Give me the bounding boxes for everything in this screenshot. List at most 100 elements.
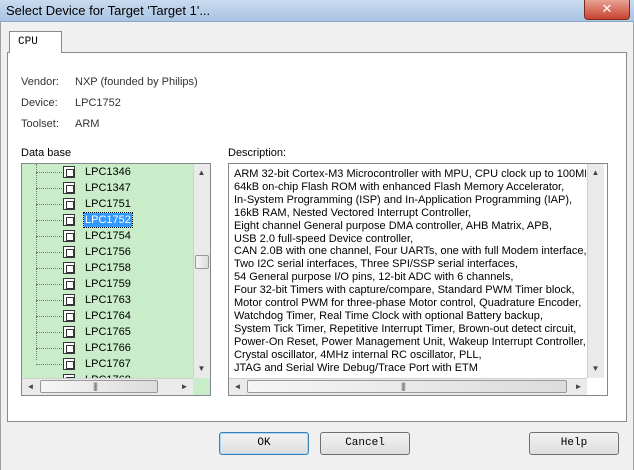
chip-icon xyxy=(63,326,75,338)
description-line: JTAG and Serial Wire Debug/Trace Port wi… xyxy=(234,361,478,374)
chip-icon xyxy=(63,214,75,226)
dialog-body: CPU Vendor: NXP (founded by Philips) Dev… xyxy=(0,22,634,470)
vendor-label: Vendor: xyxy=(21,76,59,88)
tree-connector xyxy=(36,332,62,333)
tree-item[interactable]: LPC1756 xyxy=(22,244,194,260)
description-line: Watchdog Timer, Real Time Clock with opt… xyxy=(234,309,543,322)
close-button[interactable]: ✕ xyxy=(584,0,630,20)
cancel-button[interactable]: Cancel xyxy=(320,432,410,455)
tab-cpu[interactable]: CPU xyxy=(9,31,62,53)
tree-connector xyxy=(36,188,62,189)
tree-connector xyxy=(36,252,62,253)
tree-item[interactable]: LPC1759 xyxy=(22,276,194,292)
chip-icon xyxy=(63,246,75,258)
description-line: 64kB on-chip Flash ROM with enhanced Fla… xyxy=(234,180,565,193)
scroll-right-icon[interactable]: ► xyxy=(571,382,586,392)
description-vertical-scrollbar[interactable]: ▲ ▼ xyxy=(587,164,604,378)
chip-icon xyxy=(63,278,75,290)
tree-item-label: LPC1752 xyxy=(83,212,133,228)
chip-icon xyxy=(63,310,75,322)
chip-icon xyxy=(63,166,75,178)
chip-icon xyxy=(63,230,75,242)
tree-item[interactable]: LPC1754 xyxy=(22,228,194,244)
tree-vertical-scrollbar[interactable]: ▲ ▼ xyxy=(193,164,210,378)
tree-item[interactable]: LPC1765 xyxy=(22,324,194,340)
description-label: Description: xyxy=(228,147,287,159)
description-box[interactable]: ARM 32-bit Cortex-M3 Microcontroller wit… xyxy=(228,163,608,396)
help-button[interactable]: Help xyxy=(529,432,619,455)
tree-item[interactable]: LPC1764 xyxy=(22,308,194,324)
tree-item[interactable]: LPC1752 xyxy=(22,212,194,228)
device-tree[interactable]: LPC1346 LPC1347 LPC1751 LPC1752 LPC1754 LPC17… xyxy=(21,163,211,396)
chip-icon xyxy=(63,358,75,370)
scroll-right-icon[interactable]: ► xyxy=(177,382,192,392)
description-hscroll-thumb[interactable]: ||| xyxy=(247,380,567,393)
description-line: In-System Programming (ISP) and In-Appli… xyxy=(234,193,573,206)
scroll-left-icon[interactable]: ◄ xyxy=(23,382,38,392)
scroll-left-icon[interactable]: ◄ xyxy=(230,382,245,392)
description-line: Two I2C serial interfaces, Three SPI/SSP… xyxy=(234,258,518,271)
description-line: System Tick Timer, Repetitive Interrupt … xyxy=(234,322,577,335)
tree-item-label: LPC1751 xyxy=(85,198,131,210)
tree-horizontal-scrollbar[interactable]: ◄ ||| ► xyxy=(22,378,193,395)
tree-item-label: LPC1347 xyxy=(85,182,131,194)
tree-connector xyxy=(36,236,62,237)
title-bar: Select Device for Target 'Target 1'... ✕ xyxy=(0,0,634,22)
chip-icon xyxy=(63,182,75,194)
description-line: Four 32-bit Timers with capture/compare,… xyxy=(234,284,575,297)
description-line: Motor control PWM for three-phase Motor … xyxy=(234,297,582,310)
tree-connector xyxy=(36,220,62,221)
tree-item-label: LPC1754 xyxy=(85,230,131,242)
tree-connector xyxy=(36,300,62,301)
toolset-label: Toolset: xyxy=(21,118,59,130)
tree-item-label: LPC1756 xyxy=(85,246,131,258)
description-text: ARM 32-bit Cortex-M3 Microcontroller wit… xyxy=(234,168,586,375)
description-line: Power-On Reset, Power Management Unit, W… xyxy=(234,335,586,348)
tree-item[interactable]: LPC1766 xyxy=(22,340,194,356)
window-title: Select Device for Target 'Target 1'... xyxy=(6,3,211,18)
tree-item-label: LPC1766 xyxy=(85,342,131,354)
description-line: USB 2.0 full-speed Device controller, xyxy=(234,232,414,245)
description-line: Eight channel General purpose DMA contro… xyxy=(234,219,552,232)
device-value: LPC1752 xyxy=(75,97,121,109)
scroll-up-icon[interactable]: ▲ xyxy=(588,168,603,178)
tree-item[interactable]: LPC1347 xyxy=(22,180,194,196)
tree-item[interactable]: LPC1763 xyxy=(22,292,194,308)
tree-item[interactable]: LPC1751 xyxy=(22,196,194,212)
tree-connector xyxy=(36,316,62,317)
chip-icon xyxy=(63,294,75,306)
tree-connector xyxy=(36,348,62,349)
tree-connector xyxy=(36,364,62,365)
tree-item[interactable]: LPC1767 xyxy=(22,356,194,372)
scroll-down-icon[interactable]: ▼ xyxy=(588,364,603,374)
device-label: Device: xyxy=(21,97,58,109)
tree-item-label: LPC1346 xyxy=(85,166,131,178)
scroll-up-icon[interactable]: ▲ xyxy=(194,168,209,178)
toolset-value: ARM xyxy=(75,118,100,130)
description-horizontal-scrollbar[interactable]: ◄ ||| ► xyxy=(229,378,587,395)
chip-icon xyxy=(63,198,75,210)
chip-icon xyxy=(63,342,75,354)
tree-item[interactable]: LPC1758 xyxy=(22,260,194,276)
tree-vscroll-thumb[interactable] xyxy=(195,255,209,269)
vendor-value: NXP (founded by Philips) xyxy=(75,76,198,88)
tree-item-label: LPC1765 xyxy=(85,326,131,338)
tree-connector xyxy=(36,204,62,205)
description-line: Crystal oscillator, 4MHz internal RC osc… xyxy=(234,348,482,361)
description-line: CAN 2.0B with one channel, Four UARTs, o… xyxy=(234,245,586,258)
ok-button[interactable]: OK xyxy=(219,432,309,455)
tree-connector xyxy=(36,284,62,285)
scroll-down-icon[interactable]: ▼ xyxy=(194,364,209,374)
grip-icon: ||| xyxy=(93,381,98,391)
tree-connector xyxy=(36,268,62,269)
tree-item-label: LPC1764 xyxy=(85,310,131,322)
tree-item-label: LPC1767 xyxy=(85,358,131,370)
description-line: ARM 32-bit Cortex-M3 Microcontroller wit… xyxy=(234,168,586,180)
description-line: 16kB RAM, Nested Vectored Interrupt Cont… xyxy=(234,206,472,219)
tree-item[interactable]: LPC1346 xyxy=(22,164,194,180)
description-line: 54 General purpose I/O pins, 12-bit ADC … xyxy=(234,271,514,284)
tree-hscroll-thumb[interactable]: ||| xyxy=(40,380,158,393)
database-label: Data base xyxy=(21,147,72,159)
tree-item-label: LPC1758 xyxy=(85,262,131,274)
chip-icon xyxy=(63,262,75,274)
